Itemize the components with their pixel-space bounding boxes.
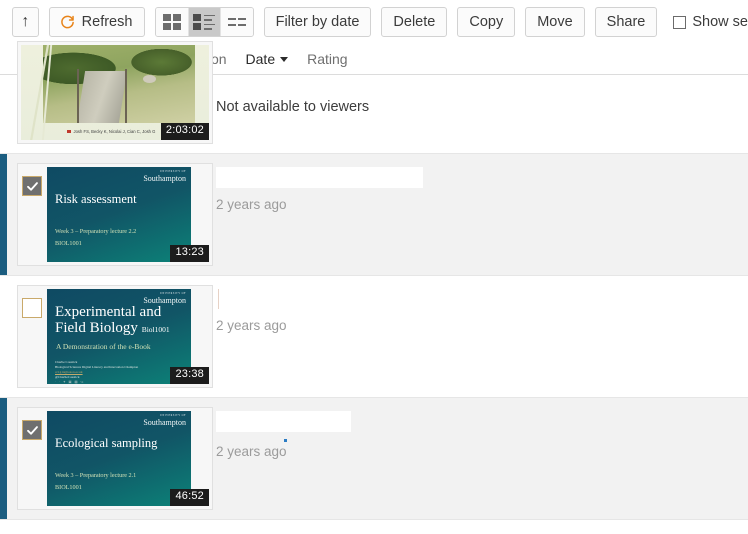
photo-caption: Josh FS, Becky K, Nicolai J, Cian C, Jos… — [67, 129, 155, 134]
thumbnail-frame[interactable]: Josh FS, Becky K, Nicolai J, Cian C, Jos… — [17, 41, 213, 144]
row-checkbox[interactable] — [22, 420, 42, 440]
refresh-button[interactable]: Refresh — [49, 7, 146, 37]
university-logo: UNIVERSITY OF Southampton — [143, 415, 186, 427]
check-icon — [26, 424, 39, 437]
show-search-toggle[interactable]: Show se — [673, 14, 748, 30]
title-input[interactable] — [216, 167, 423, 188]
university-large-text: Southampton — [143, 175, 186, 183]
meta-cell: 2 years ago — [200, 163, 748, 212]
slide-thumbnail: UNIVERSITY OF Southampton Experimental a… — [47, 289, 191, 384]
thumbnail-image: UNIVERSITY OF Southampton Risk assessmen… — [21, 167, 209, 262]
meta-cell: 2 years ago — [200, 407, 748, 459]
row-checkbox[interactable] — [22, 176, 42, 196]
university-large-text: Southampton — [143, 419, 186, 427]
slide-title: Ecological sampling — [55, 437, 187, 451]
title-input[interactable] — [216, 411, 351, 432]
slide-subtitle-2: BIOL1001 — [55, 240, 82, 247]
university-logo: UNIVERSITY OF Southampton — [143, 293, 186, 305]
meta-cell: Not available to viewers — [200, 75, 748, 115]
slide-credits: Charlie Coustick Biological Sciences Dig… — [55, 360, 138, 384]
view-mode-grid[interactable] — [156, 8, 188, 36]
age-text: 2 years ago — [216, 318, 738, 333]
slide-thumbnail: UNIVERSITY OF Southampton Risk assessmen… — [47, 167, 191, 262]
main-toolbar: ↑ Refresh Filter — [0, 0, 748, 44]
grid-view-icon — [163, 14, 181, 30]
row-checkbox[interactable] — [22, 298, 42, 318]
slide-subtitle-1: Week 3 – Preparatory lecture 2.2 — [55, 228, 136, 235]
thumbnail-frame[interactable]: UNIVERSITY OF Southampton Experimental a… — [17, 285, 213, 388]
detail-view-icon — [193, 14, 215, 30]
arrow-up-icon: ↑ — [21, 14, 29, 30]
sort-option-rating[interactable]: Rating — [307, 51, 347, 67]
move-button[interactable]: Move — [525, 7, 584, 37]
view-mode-list[interactable] — [221, 8, 253, 36]
age-text: 2 years ago — [216, 444, 738, 459]
slide-title-suffix: Biol1001 — [142, 325, 170, 334]
view-mode-group — [155, 7, 253, 37]
social-icons: · · ✦ ▣ ▩ ↝ — [55, 380, 138, 384]
thumbnail-cell[interactable]: UNIVERSITY OF Southampton Ecological sam… — [0, 407, 200, 510]
thumbnail-image: Josh FS, Becky K, Nicolai J, Cian C, Jos… — [21, 45, 209, 140]
check-icon — [26, 180, 39, 193]
thumbnail-cell[interactable]: UNIVERSITY OF Southampton Risk assessmen… — [0, 163, 200, 266]
status-text: Not available to viewers — [216, 79, 738, 115]
slide-demo-line: A Demonstration of the e-Book — [56, 342, 151, 351]
duration-badge: 2:03:02 — [161, 123, 209, 140]
slide-subtitle-1: Week 3 – Preparatory lecture 2.1 — [55, 472, 136, 479]
go-up-button[interactable]: ↑ — [12, 7, 39, 37]
thumbnail-frame[interactable]: UNIVERSITY OF Southampton Risk assessmen… — [17, 163, 213, 266]
thumbnail-frame[interactable]: UNIVERSITY OF Southampton Ecological sam… — [17, 407, 213, 510]
slide-subtitle-2: BIOL1001 — [55, 484, 82, 491]
sort-option-date-label: Date — [246, 51, 276, 67]
record-dot-icon — [67, 130, 71, 134]
delete-button[interactable]: Delete — [381, 7, 447, 37]
show-search-label: Show se — [692, 14, 748, 30]
duration-badge: 13:23 — [170, 245, 209, 262]
media-list: Josh FS, Becky K, Nicolai J, Cian C, Jos… — [0, 75, 748, 520]
list-view-icon — [228, 18, 246, 25]
table-row[interactable]: Josh FS, Becky K, Nicolai J, Cian C, Jos… — [0, 75, 748, 154]
thumbnail-cell[interactable]: UNIVERSITY OF Southampton Experimental a… — [0, 285, 200, 388]
status-dot-icon — [284, 439, 287, 442]
meta-cell: 2 years ago — [200, 285, 748, 333]
sort-option-date[interactable]: Date — [246, 51, 289, 67]
copy-button[interactable]: Copy — [457, 7, 515, 37]
thumbnail-image: UNIVERSITY OF Southampton Ecological sam… — [21, 411, 209, 506]
duration-badge: 23:38 — [170, 367, 209, 384]
duration-badge: 46:52 — [170, 489, 209, 506]
view-mode-detail[interactable] — [189, 8, 221, 36]
table-row[interactable]: UNIVERSITY OF Southampton Ecological sam… — [0, 398, 748, 520]
chevron-down-icon — [280, 57, 288, 62]
filter-by-date-button[interactable]: Filter by date — [264, 7, 372, 37]
refresh-icon — [60, 15, 75, 30]
refresh-label: Refresh — [82, 15, 133, 30]
slide-title: Risk assessment — [55, 193, 187, 207]
share-button[interactable]: Share — [595, 7, 658, 37]
slide-thumbnail: UNIVERSITY OF Southampton Ecological sam… — [47, 411, 191, 506]
table-row[interactable]: UNIVERSITY OF Southampton Experimental a… — [0, 276, 748, 398]
table-row[interactable]: UNIVERSITY OF Southampton Risk assessmen… — [0, 154, 748, 276]
age-text: 2 years ago — [216, 197, 738, 212]
photo-caption-text: Josh FS, Becky K, Nicolai J, Cian C, Jos… — [74, 129, 156, 134]
title-input[interactable] — [218, 289, 220, 309]
thumbnail-cell[interactable]: Josh FS, Becky K, Nicolai J, Cian C, Jos… — [0, 75, 200, 144]
thumbnail-image: UNIVERSITY OF Southampton Experimental a… — [21, 289, 209, 384]
show-search-checkbox[interactable] — [673, 16, 686, 29]
university-logo: UNIVERSITY OF Southampton — [143, 171, 186, 183]
slide-title: Experimental and Field Biology Biol1001 — [55, 304, 187, 336]
